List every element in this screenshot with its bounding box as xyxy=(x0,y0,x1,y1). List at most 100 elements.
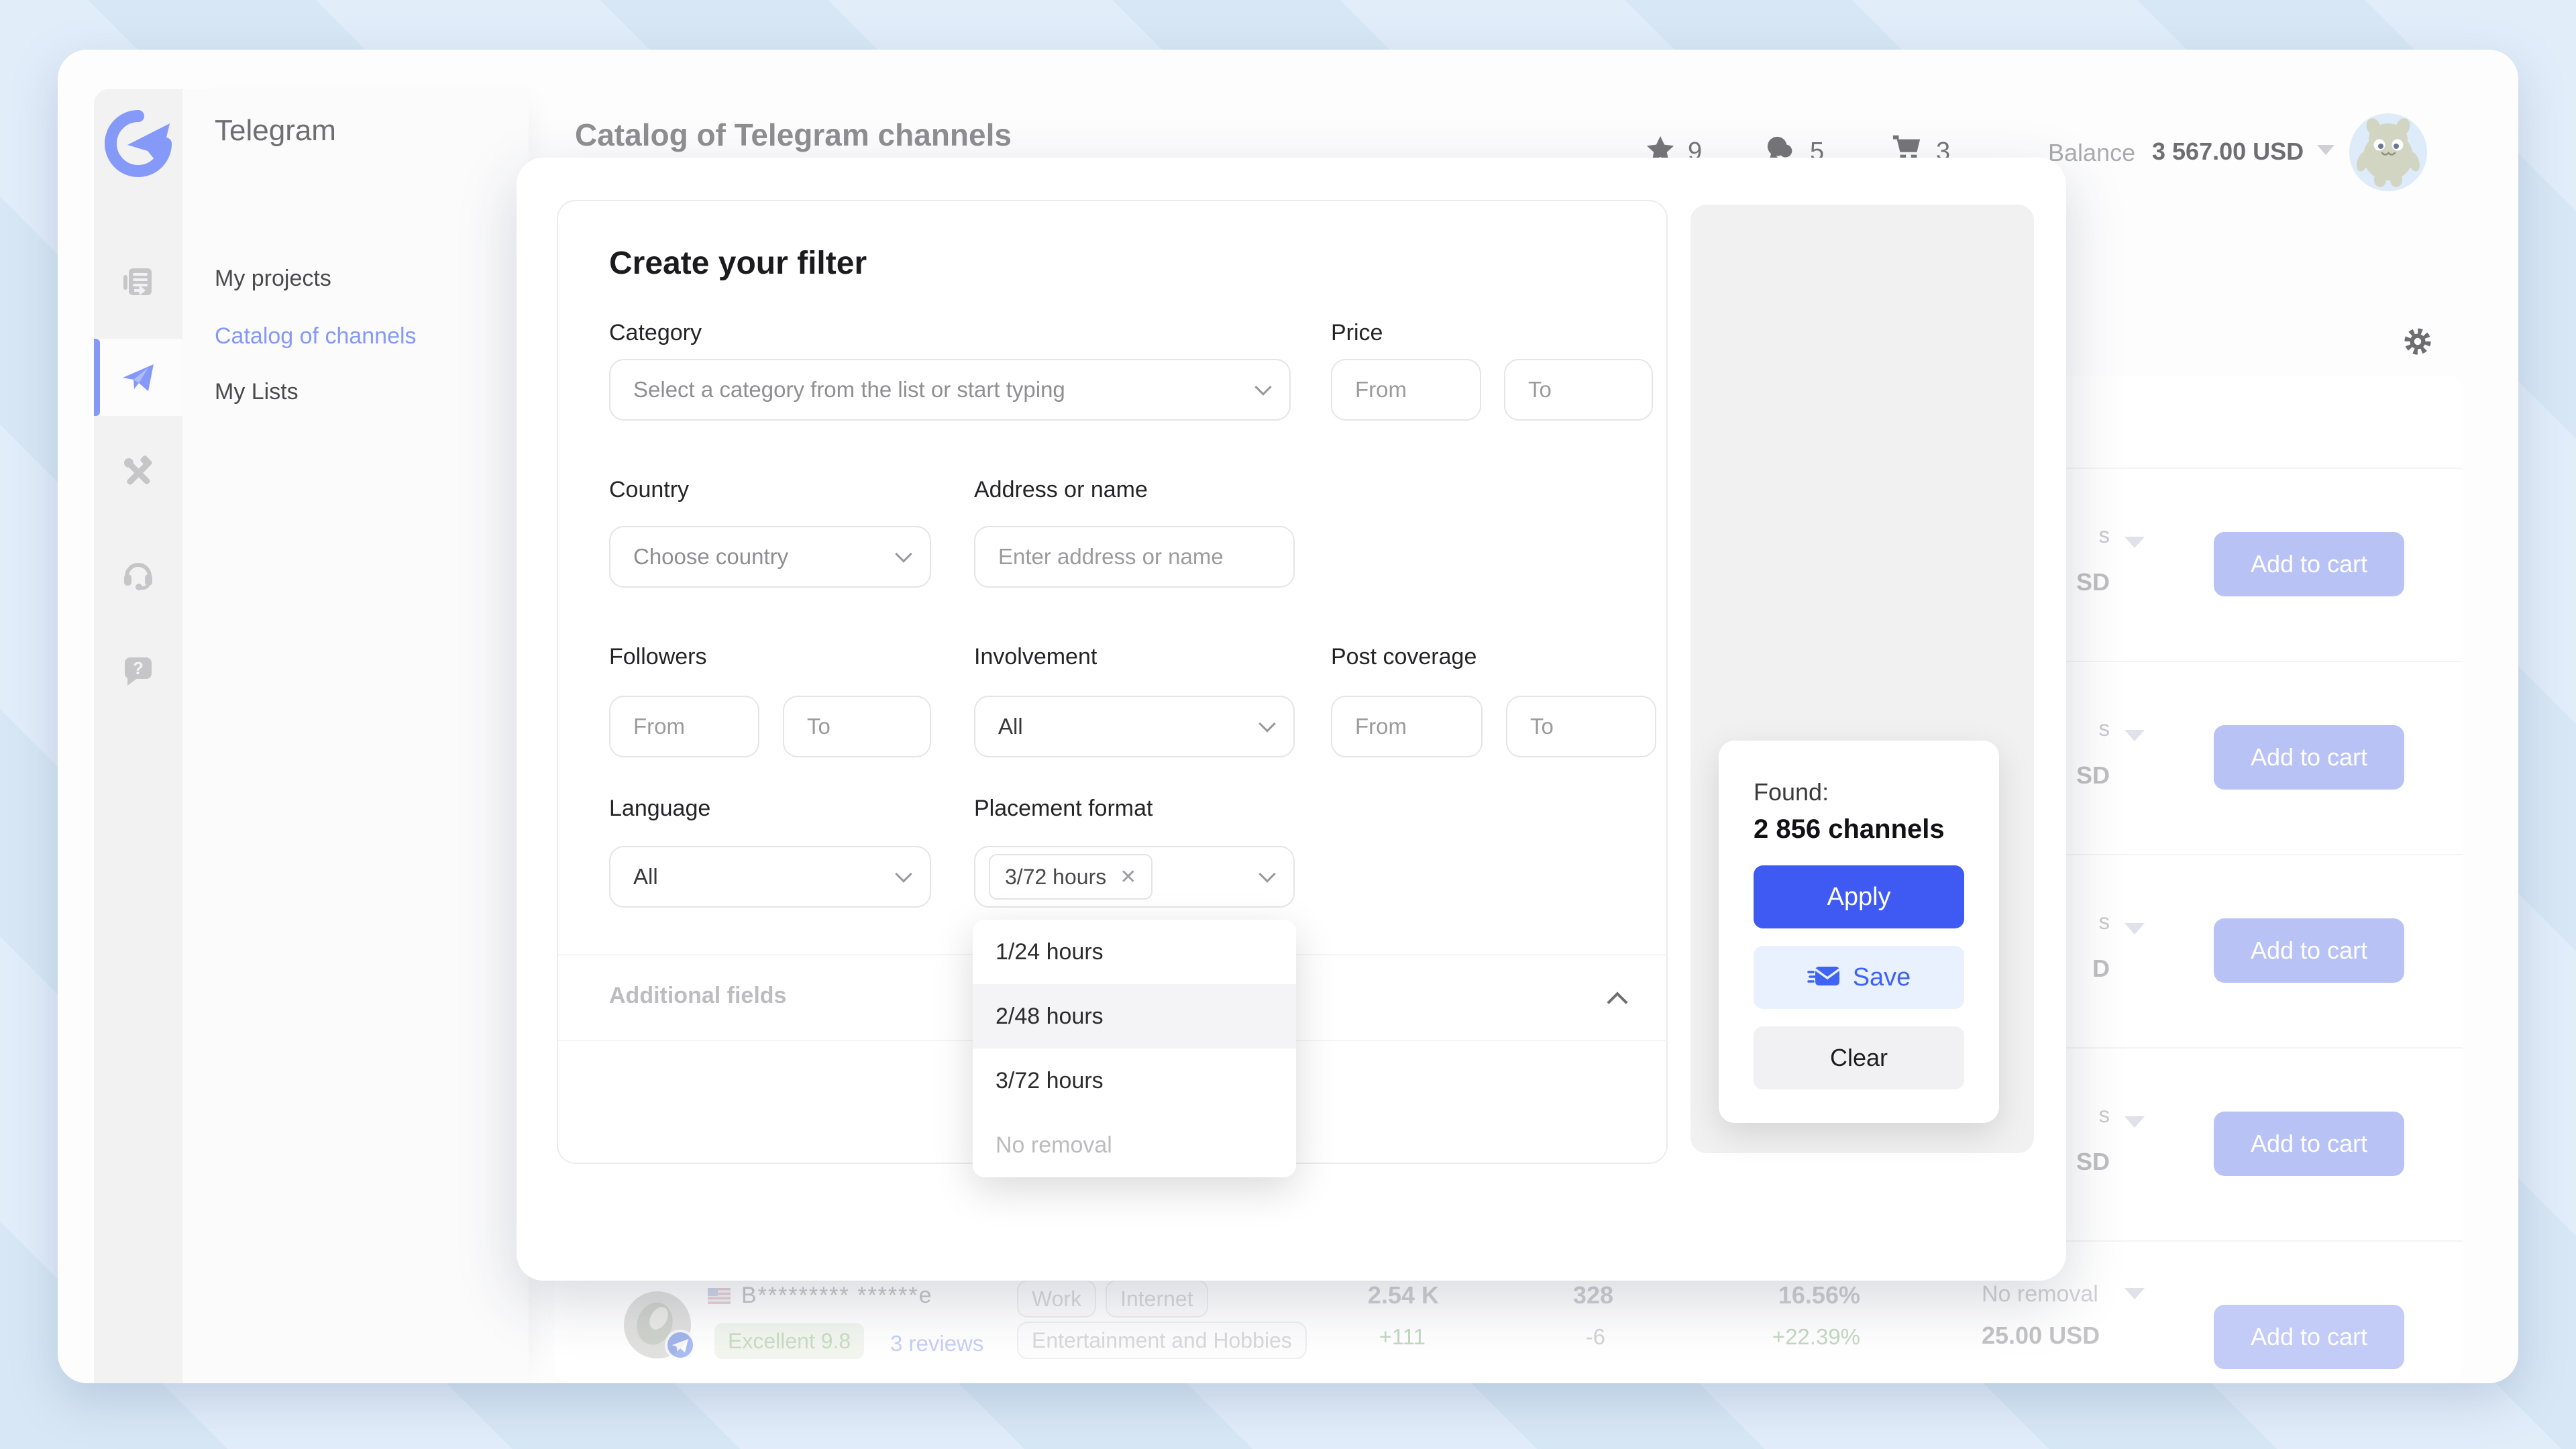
sidebar-item-my-lists[interactable]: My Lists xyxy=(215,379,299,405)
additional-fields-label: Additional fields xyxy=(609,983,786,1009)
send-mail-icon xyxy=(1807,964,1842,991)
country-placeholder: Choose country xyxy=(633,544,898,570)
chevron-down-icon xyxy=(895,865,912,882)
tag-chip: Work xyxy=(1017,1280,1096,1318)
sidebar-active-indicator xyxy=(94,339,100,416)
sidebar-item-catalog-of-channels[interactable]: Catalog of channels xyxy=(215,323,417,350)
placement-format-label: Placement format xyxy=(974,796,1152,822)
clear-button[interactable]: Clear xyxy=(1754,1026,1964,1089)
price-label: Price xyxy=(1331,320,1383,346)
filter-summary-card: Found: 2 856 channels Apply Save Clear xyxy=(1719,741,1999,1123)
balance-value[interactable]: 3 567.00 USD xyxy=(2152,138,2304,166)
found-value: 2 856 channels xyxy=(1754,814,1945,845)
dropdown-option-2-48-hours[interactable]: 2/48 hours xyxy=(973,984,1296,1049)
views-delta: -6 xyxy=(1486,1324,1605,1350)
placement-chip-label: 3/72 hours xyxy=(1005,865,1106,890)
rating-badge: Excellent 9.8 xyxy=(714,1323,864,1359)
add-to-cart-button[interactable]: Add to cart xyxy=(2214,725,2404,790)
add-to-cart-button[interactable]: Add to cart xyxy=(2214,1112,2404,1176)
row-sort-caret-icon[interactable] xyxy=(2125,1288,2145,1299)
balance-label: Balance xyxy=(2048,139,2135,167)
apply-button[interactable]: Apply xyxy=(1754,865,1964,928)
add-to-cart-button[interactable]: Add to cart xyxy=(2214,918,2404,983)
dropdown-option-3-72-hours[interactable]: 3/72 hours xyxy=(973,1049,1296,1113)
balance-caret-icon[interactable] xyxy=(2317,145,2334,155)
chevron-down-icon xyxy=(1254,378,1271,395)
category-placeholder: Select a category from the list or start… xyxy=(633,377,1257,402)
sidebar-item-help-icon[interactable]: ? xyxy=(121,653,156,688)
tag-chip: Internet xyxy=(1106,1280,1208,1318)
followers-from-input[interactable] xyxy=(609,696,759,757)
coverage-to-input[interactable] xyxy=(1506,696,1656,757)
format-value: No removal xyxy=(1982,1281,2098,1307)
headset-icon xyxy=(121,582,156,594)
svg-text:?: ? xyxy=(133,658,144,678)
er-delta: +22.39% xyxy=(1726,1324,1860,1350)
filter-modal: Create your filter Category Select a cat… xyxy=(517,158,2066,1281)
row-sort-caret-icon[interactable] xyxy=(2125,1116,2145,1128)
chip-remove-icon[interactable]: ✕ xyxy=(1120,865,1136,889)
sidebar-item-support-icon[interactable] xyxy=(121,556,156,591)
coverage-from-input[interactable] xyxy=(1331,696,1483,757)
channel-tags-row: Work Internet xyxy=(1017,1280,1208,1318)
dropdown-option-no-removal[interactable]: No removal xyxy=(973,1113,1296,1177)
views-value: 328 xyxy=(1494,1281,1613,1309)
sidebar-item-my-projects-icon[interactable] xyxy=(121,264,156,299)
language-label: Language xyxy=(609,796,710,822)
post-coverage-label: Post coverage xyxy=(1331,644,1477,670)
price-from-input[interactable] xyxy=(1331,359,1481,421)
price-to-input[interactable] xyxy=(1504,359,1653,421)
modal-title: Create your filter xyxy=(609,245,867,282)
sidebar-item-my-projects[interactable]: My projects xyxy=(215,266,331,292)
subscribers-value: 2.54 K xyxy=(1291,1281,1439,1309)
involvement-select[interactable]: All xyxy=(974,696,1295,757)
er-value: 16.56% xyxy=(1726,1281,1860,1309)
save-button-label: Save xyxy=(1853,963,1911,992)
row-sort-caret-icon[interactable] xyxy=(2125,923,2145,934)
language-value: All xyxy=(633,864,898,890)
involvement-value: All xyxy=(998,714,1261,739)
placement-format-select[interactable]: 3/72 hours ✕ xyxy=(974,846,1295,908)
language-select[interactable]: All xyxy=(609,846,931,908)
subscribers-delta: +111 xyxy=(1278,1324,1426,1350)
brand-name: Telegram xyxy=(215,114,336,148)
country-select[interactable]: Choose country xyxy=(609,526,931,588)
help-bubble-icon: ? xyxy=(121,680,156,691)
news-icon xyxy=(121,290,156,302)
telegram-badge-icon xyxy=(664,1329,696,1361)
channel-name[interactable]: B********* ******e xyxy=(741,1283,933,1309)
address-label: Address or name xyxy=(974,477,1148,503)
dropdown-option-1-24-hours[interactable]: 1/24 hours xyxy=(973,920,1296,984)
gear-icon xyxy=(2402,348,2433,360)
row-sort-caret-icon[interactable] xyxy=(2125,730,2145,741)
category-select[interactable]: Select a category from the list or start… xyxy=(609,359,1291,421)
brand-logo-icon xyxy=(105,168,172,180)
paper-plane-icon xyxy=(121,386,156,397)
add-to-cart-button[interactable]: Add to cart xyxy=(2214,532,2404,596)
table-settings-button[interactable] xyxy=(2402,326,2433,357)
monster-avatar-icon xyxy=(2347,185,2430,197)
tag-chip: Entertainment and Hobbies xyxy=(1017,1322,1307,1359)
found-label: Found: xyxy=(1754,778,1829,806)
price-value: 25.00 USD xyxy=(1982,1322,2100,1350)
country-label: Country xyxy=(609,477,689,503)
followers-to-input[interactable] xyxy=(783,696,931,757)
placement-chip: 3/72 hours ✕ xyxy=(989,854,1152,900)
tools-icon xyxy=(121,482,156,493)
channel-tags-row: Entertainment and Hobbies xyxy=(1017,1322,1307,1359)
chevron-down-icon xyxy=(895,545,912,562)
add-to-cart-button[interactable]: Add to cart xyxy=(2214,1305,2404,1369)
sidebar-item-tools-icon[interactable] xyxy=(121,455,156,490)
chevron-down-icon xyxy=(1258,715,1275,732)
category-label: Category xyxy=(609,320,702,346)
placement-format-dropdown: 1/24 hours 2/48 hours 3/72 hours No remo… xyxy=(973,920,1296,1177)
address-input[interactable] xyxy=(974,526,1295,588)
page-background: ? Telegram My projects Catalog of channe… xyxy=(0,0,2576,1449)
sidebar-item-catalog-icon[interactable] xyxy=(121,360,156,394)
reviews-link[interactable]: 3 reviews xyxy=(890,1331,983,1356)
app-logo[interactable] xyxy=(105,110,172,177)
row-sort-caret-icon[interactable] xyxy=(2125,537,2145,548)
save-button[interactable]: Save xyxy=(1754,946,1964,1009)
user-avatar[interactable] xyxy=(2347,111,2430,194)
involvement-label: Involvement xyxy=(974,644,1097,670)
